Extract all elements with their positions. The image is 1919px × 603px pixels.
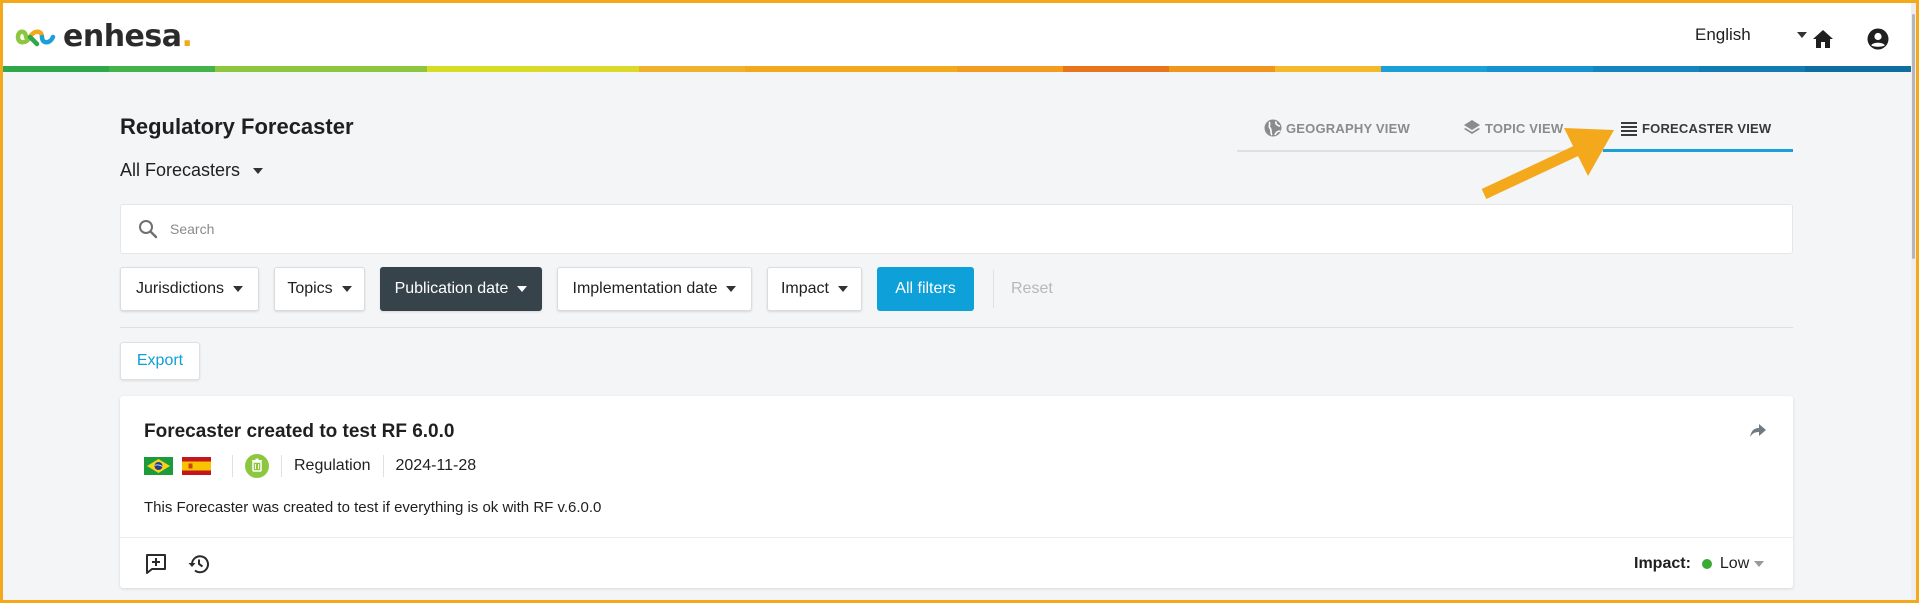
search-input[interactable]	[170, 221, 1670, 237]
search-icon	[139, 220, 158, 239]
filter-label: Impact	[780, 280, 829, 297]
filter-divider	[993, 270, 994, 308]
stripe-segment	[957, 66, 1063, 72]
brand-color-stripe	[3, 66, 1911, 72]
filter-label: Implementation date	[572, 280, 718, 297]
tab-forecaster-view[interactable]: FORECASTER VIEW	[1619, 118, 1771, 138]
share-arrow-icon	[1750, 424, 1766, 437]
impact-filter[interactable]: Impact	[767, 267, 862, 311]
filter-label: Publication date	[394, 280, 509, 297]
forecaster-description: This Forecaster was created to test if e…	[144, 499, 602, 516]
stripe-segment	[215, 66, 321, 72]
tab-geography-view[interactable]: GEOGRAPHY VIEW	[1263, 118, 1410, 138]
language-label: English	[1695, 25, 1751, 44]
instrument-type: Regulation	[294, 457, 371, 474]
add-comment-button[interactable]	[144, 552, 168, 576]
meta-divider	[281, 455, 282, 477]
publication-date-filter[interactable]: Publication date	[380, 267, 542, 311]
jurisdictions-filter[interactable]: Jurisdictions	[120, 267, 259, 311]
tab-label: FORECASTER VIEW	[1642, 120, 1772, 136]
stripe-segment	[1169, 66, 1275, 72]
topics-filter[interactable]: Topics	[274, 267, 365, 311]
reset-filters-button[interactable]: Reset	[1011, 280, 1053, 298]
filter-label: Jurisdictions	[135, 280, 225, 297]
stripe-segment	[745, 66, 851, 72]
search-bar[interactable]	[120, 204, 1793, 254]
language-selector[interactable]: English	[1695, 25, 1807, 45]
home-button[interactable]	[1811, 27, 1835, 51]
impact-value: Low	[1719, 555, 1750, 572]
section-divider	[120, 327, 1793, 328]
stripe-segment	[1487, 66, 1593, 72]
history-icon	[188, 555, 209, 574]
stripe-segment	[109, 66, 215, 72]
implementation-date-filter[interactable]: Implementation date	[557, 267, 752, 311]
tab-label: GEOGRAPHY VIEW	[1286, 120, 1410, 136]
stripe-segment	[639, 66, 745, 72]
publication-date: 2024-11-28	[395, 457, 477, 474]
stripe-segment	[1699, 66, 1805, 72]
chevron-down-icon	[726, 286, 737, 292]
forecaster-title[interactable]: Forecaster created to test RF 6.0.0	[144, 421, 454, 443]
page-title: Regulatory Forecaster	[120, 114, 354, 139]
share-button[interactable]	[1748, 420, 1768, 440]
enhesa-logo[interactable]: enhesa.	[15, 19, 193, 54]
impact-indicator: Impact: Low	[1634, 555, 1765, 573]
scrollbar-thumb[interactable]	[1912, 14, 1915, 259]
stripe-segment	[1275, 66, 1381, 72]
chevron-down-icon	[253, 167, 264, 174]
meta-divider	[232, 455, 233, 477]
top-bar: enhesa. English	[3, 3, 1911, 66]
meta-divider	[382, 455, 384, 477]
impact-status-dot	[1701, 559, 1712, 569]
impact-dropdown[interactable]: Low	[1719, 555, 1765, 573]
globe-icon	[1264, 119, 1282, 137]
home-icon	[1813, 30, 1833, 48]
logo-wordmark: enhesa.	[63, 19, 193, 54]
account-button[interactable]	[1866, 27, 1890, 51]
stripe-segment	[1805, 66, 1911, 72]
stripe-segment	[533, 66, 639, 72]
card-divider	[120, 537, 1793, 538]
all-filters-button[interactable]: All filters	[877, 267, 974, 311]
filter-label: Topics	[287, 280, 333, 297]
history-button[interactable]	[187, 552, 211, 576]
chevron-down-icon	[517, 286, 528, 292]
chevron-down-icon	[341, 286, 352, 292]
recycle-bin-icon	[245, 454, 269, 478]
stripe-segment	[1381, 66, 1487, 72]
chevron-down-icon	[838, 286, 848, 292]
forecaster-meta: Regulation 2024-11-28	[144, 453, 476, 479]
stripe-segment	[1593, 66, 1699, 72]
chevron-down-icon	[1754, 561, 1765, 567]
stripe-segment	[3, 66, 109, 72]
list-icon	[1621, 122, 1637, 136]
chevron-down-icon	[233, 286, 244, 292]
add-comment-icon	[146, 554, 166, 574]
impact-label: Impact:	[1634, 555, 1691, 572]
scope-label: All Forecasters	[120, 160, 241, 180]
stripe-segment	[321, 66, 427, 72]
annotation-arrow-icon	[1481, 128, 1614, 199]
export-button[interactable]: Export	[120, 342, 200, 380]
stripe-segment	[1063, 66, 1169, 72]
active-tab-indicator	[1603, 149, 1793, 152]
stripe-segment	[851, 66, 957, 72]
forecaster-card: Forecaster created to test RF 6.0.0 Regu…	[120, 396, 1793, 588]
logo-infinity-icon	[15, 29, 56, 46]
chevron-down-icon	[1796, 32, 1807, 38]
stripe-segment	[427, 66, 533, 72]
forecaster-scope-dropdown[interactable]: All Forecasters	[120, 160, 264, 181]
brazil-flag-icon	[144, 457, 173, 475]
spain-flag-icon	[182, 457, 211, 475]
account-circle-icon	[1867, 28, 1889, 50]
